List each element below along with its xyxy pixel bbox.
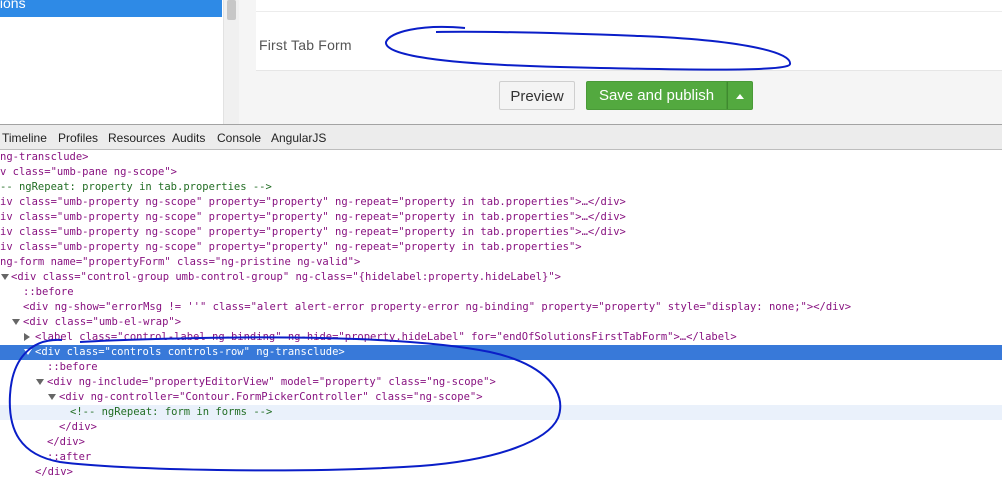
divider [256,11,1002,12]
app-area: tions First Tab Form Preview Save and pu… [0,0,1002,124]
tab-audits[interactable]: Audits [172,131,205,145]
dom-node-line[interactable]: ng-form name="propertyForm" class="ng-pr… [0,255,1002,270]
preview-button[interactable]: Preview [499,81,575,110]
dom-node-line[interactable]: <div ng-show="errorMsg != ''" class="ale… [0,300,1002,315]
expand-triangle-icon[interactable] [24,349,32,355]
tab-resources[interactable]: Resources [108,131,165,145]
collapse-triangle-icon[interactable] [24,333,30,341]
dom-pseudo-line[interactable]: ::before [0,285,1002,300]
dom-node-line[interactable]: <div class="control-group umb-control-gr… [0,270,1002,285]
caret-up-icon [736,94,744,99]
dom-node-line[interactable]: </div> [0,435,1002,450]
save-and-publish-button[interactable]: Save and publish [586,81,727,110]
dom-node-line[interactable]: v class="umb-pane ng-scope"> [0,165,1002,180]
content-tree-panel: tions [0,0,239,124]
tree-scrollbar[interactable] [223,0,239,124]
dom-node-line[interactable]: ng-transclude> [0,150,1002,165]
tab-profiles[interactable]: Profiles [58,131,98,145]
expand-triangle-icon[interactable] [36,379,44,385]
property-label: First Tab Form [259,37,352,53]
dom-node-line[interactable]: <div class="umb-el-wrap"> [0,315,1002,330]
tab-angularjs[interactable]: AngularJS [271,131,326,145]
dom-node-line[interactable]: </div> [0,465,1002,480]
dom-comment-line[interactable]: <!-- ngRepeat: form in forms --> [0,405,1002,420]
expand-triangle-icon[interactable] [48,394,56,400]
property-card: First Tab Form [256,0,1002,71]
tree-item-selected[interactable]: tions [0,0,222,17]
dom-node-line[interactable]: iv class="umb-property ng-scope" propert… [0,195,1002,210]
tree-item-label: tions [0,0,26,11]
dom-node-line-selected[interactable]: <div class="controls controls-row" ng-tr… [0,345,1002,360]
dom-node-line[interactable]: iv class="umb-property ng-scope" propert… [0,240,1002,255]
devtools-tabbar: Timeline Profiles Resources Audits Conso… [0,125,1002,150]
publish-options-button[interactable] [727,81,753,110]
dom-pseudo-line[interactable]: ::before [0,360,1002,375]
dom-pseudo-line[interactable]: ::after [0,450,1002,465]
tab-timeline[interactable]: Timeline [2,131,47,145]
dom-node-line[interactable]: </div> [0,420,1002,435]
dom-tree: ng-transclude> v class="umb-pane ng-scop… [0,150,1002,480]
tab-console[interactable]: Console [217,131,261,145]
devtools-panel: Timeline Profiles Resources Audits Conso… [0,124,1002,480]
expand-triangle-icon[interactable] [1,274,9,280]
dom-node-line[interactable]: <div ng-include="propertyEditorView" mod… [0,375,1002,390]
expand-triangle-icon[interactable] [12,319,20,325]
dom-node-line[interactable]: iv class="umb-property ng-scope" propert… [0,225,1002,240]
dom-comment-line[interactable]: -- ngRepeat: property in tab.properties … [0,180,1002,195]
dom-node-line[interactable]: <div ng-controller="Contour.FormPickerCo… [0,390,1002,405]
scrollbar-thumb[interactable] [227,0,236,20]
dom-node-line[interactable]: iv class="umb-property ng-scope" propert… [0,210,1002,225]
dom-node-line[interactable]: <label class="control-label ng-binding" … [0,330,1002,345]
